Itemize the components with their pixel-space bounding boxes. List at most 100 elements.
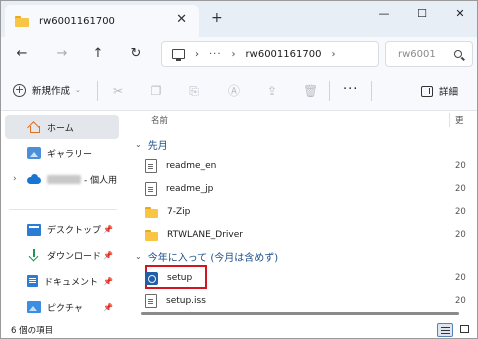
sidebar-item-downloads[interactable]: ダウンロード 📌: [5, 243, 119, 267]
share-icon[interactable]: ⇪: [265, 84, 279, 98]
group-label: 今年に入って (今月は含めず): [147, 252, 279, 264]
divider: [329, 81, 330, 101]
details-pane-icon: [421, 85, 433, 97]
plus-icon: +: [13, 82, 26, 97]
file-date: 20: [455, 161, 466, 171]
file-icon: [145, 159, 157, 173]
address-bar-row: ← → ↑ ↻ › ··· › rw6001161700 › rw6001: [1, 37, 477, 71]
new-tab-button[interactable]: +: [211, 11, 223, 25]
group-label: 先月: [147, 140, 168, 152]
status-bar: 6 個の項目: [1, 320, 477, 338]
navigation-pane: ホーム ギャラリー › - 個人用 デスクトップ 📌 ダウンロード 📌 ドキュメ…: [1, 111, 125, 320]
path-separator-2: ›: [231, 48, 236, 60]
file-name: RTWLANE_Driver: [167, 230, 243, 240]
sidebar-item-documents[interactable]: ドキュメント 📌: [5, 269, 119, 293]
search-input[interactable]: rw6001: [385, 41, 473, 67]
refresh-icon[interactable]: ↻: [127, 45, 145, 63]
home-icon: [27, 121, 41, 133]
sidebar-item-label: ホーム: [47, 123, 74, 134]
copy-icon[interactable]: ❐: [149, 84, 163, 98]
pictures-icon: [27, 301, 41, 313]
maximize-button[interactable]: ☐: [407, 7, 437, 23]
grid-view-icon: [460, 325, 469, 333]
divider: [97, 81, 98, 101]
back-arrow-icon[interactable]: ←: [13, 45, 31, 63]
file-name: setup.iss: [166, 296, 206, 306]
new-button-label: 新規作成: [32, 86, 71, 97]
chevron-down-icon: ⌄: [135, 251, 142, 261]
more-options-button[interactable]: ···: [343, 82, 358, 97]
column-header-name[interactable]: 名前: [151, 114, 168, 126]
list-item[interactable]: 7-Zip 20: [141, 201, 475, 223]
list-item[interactable]: readme_jp 20: [141, 178, 475, 200]
path-overflow-button[interactable]: ···: [209, 49, 222, 60]
new-button[interactable]: + 新規作成 ⌄: [13, 83, 81, 97]
pin-icon: 📌: [103, 302, 113, 312]
list-item-setup[interactable]: setup 20: [141, 265, 475, 289]
desktop-icon: [27, 224, 41, 236]
up-arrow-icon[interactable]: ↑: [89, 45, 107, 63]
file-icon: [145, 182, 157, 196]
breadcrumb-current-folder[interactable]: rw6001161700: [246, 49, 322, 60]
tab-title: rw6001161700: [39, 15, 115, 27]
folder-icon: [15, 15, 29, 27]
divider: [371, 81, 372, 101]
path-separator: ›: [195, 48, 199, 60]
horizontal-scrollbar[interactable]: [141, 312, 459, 315]
rename-icon[interactable]: Ⓐ: [227, 84, 241, 98]
tab-current-folder[interactable]: rw6001161700 ✕: [5, 5, 199, 37]
sidebar-item-label: ドキュメント: [44, 277, 99, 288]
file-name: readme_en: [166, 161, 217, 171]
file-date: 20: [455, 184, 466, 194]
list-item[interactable]: readme_en 20: [141, 155, 475, 177]
details-label: 詳細: [439, 87, 459, 98]
pin-icon: 📌: [103, 224, 113, 234]
file-date: 20: [455, 273, 466, 283]
file-list: 名前 更 ⌄ 先月 readme_en 20 readme_jp 20 7-Zi…: [131, 111, 477, 320]
onedrive-icon: [27, 173, 41, 185]
list-item[interactable]: setup.iss 20: [141, 290, 475, 312]
cut-icon[interactable]: ✂: [111, 84, 125, 98]
gallery-icon: [27, 147, 41, 159]
documents-icon: [27, 275, 38, 287]
details-pane-button[interactable]: 詳細: [421, 84, 458, 98]
file-name: 7-Zip: [167, 207, 191, 217]
path-separator-3[interactable]: ›: [331, 49, 335, 60]
group-header-last-month[interactable]: ⌄ 先月: [133, 135, 168, 153]
tiles-view-button[interactable]: [457, 323, 473, 337]
list-item[interactable]: RTWLANE_Driver 20: [141, 224, 475, 246]
column-divider[interactable]: [449, 113, 450, 127]
column-header-date[interactable]: 更: [455, 114, 464, 126]
sidebar-item-gallery[interactable]: ギャラリー: [5, 141, 119, 165]
folder-icon: [145, 206, 158, 218]
sidebar-item-pictures[interactable]: ピクチャ 📌: [5, 295, 119, 319]
close-window-button[interactable]: ✕: [445, 7, 475, 23]
file-name: readme_jp: [166, 184, 214, 194]
group-header-this-year[interactable]: ⌄ 今年に入って (今月は含めず): [133, 247, 278, 265]
sidebar-item-onedrive[interactable]: › - 個人用: [5, 167, 119, 191]
sidebar-item-desktop[interactable]: デスクトップ 📌: [5, 217, 119, 241]
paste-icon[interactable]: ⎘: [187, 84, 201, 98]
file-date: 20: [455, 230, 466, 240]
file-date: 20: [455, 207, 466, 217]
search-icon: [454, 50, 462, 58]
sidebar-divider: [9, 209, 117, 210]
chevron-right-icon[interactable]: ›: [13, 174, 17, 184]
forward-arrow-icon[interactable]: →: [53, 45, 71, 63]
minimize-button[interactable]: —: [369, 7, 399, 23]
redacted-account-name: [47, 174, 81, 184]
sidebar-item-label: ギャラリー: [47, 149, 93, 160]
file-date: 20: [455, 296, 466, 306]
sidebar-item-label: - 個人用: [84, 175, 118, 186]
pin-icon: 📌: [103, 276, 113, 286]
details-view-button[interactable]: [437, 323, 453, 337]
computer-icon: [172, 49, 185, 61]
folder-icon: [145, 229, 158, 241]
delete-icon[interactable]: 🗑: [303, 84, 318, 98]
sidebar-item-label: ピクチャ: [47, 303, 83, 314]
close-tab-button[interactable]: ✕: [176, 13, 187, 26]
chevron-down-icon: ⌄: [75, 86, 81, 94]
file-icon: [145, 294, 157, 308]
address-field[interactable]: › ··· › rw6001161700 ›: [161, 41, 379, 67]
sidebar-item-home[interactable]: ホーム: [5, 115, 119, 139]
